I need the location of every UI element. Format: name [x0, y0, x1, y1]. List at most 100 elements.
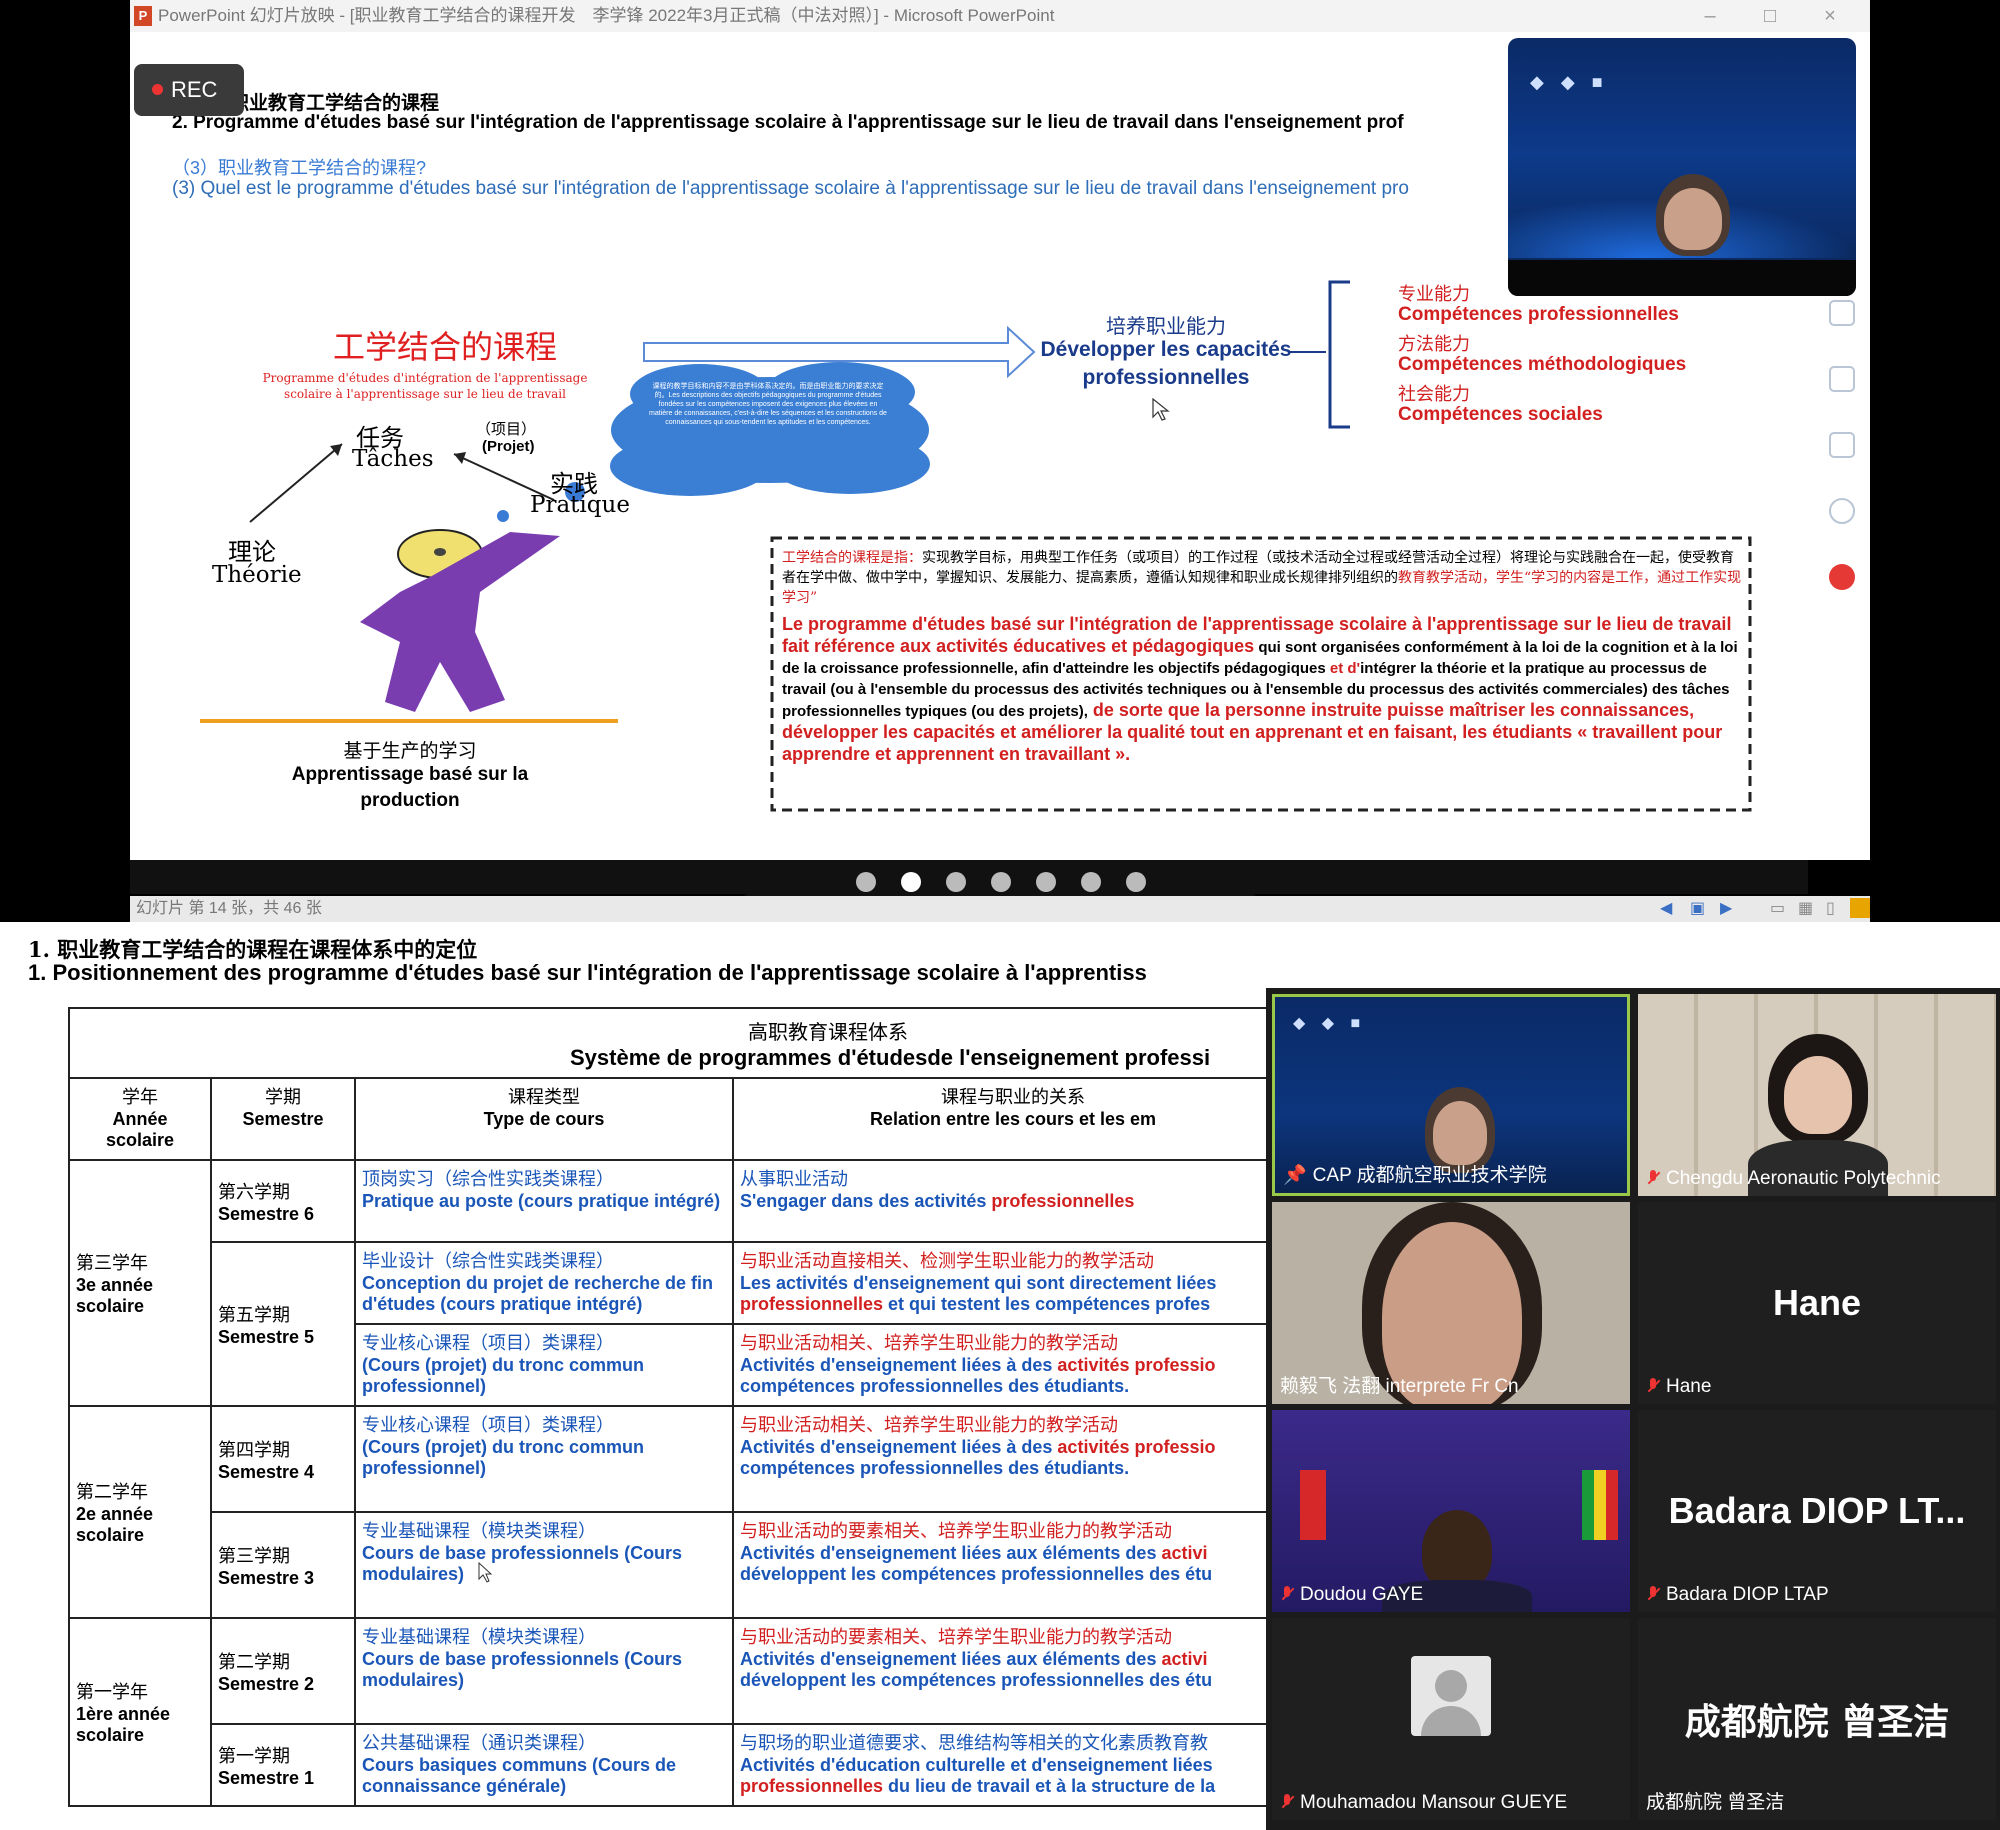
video-tile[interactable]: ◆ ◆ ■ 📌 CAP 成都航空职业技术学院: [1272, 994, 1630, 1196]
presenter-video-thumbnail[interactable]: ◆ ◆ ■: [1508, 38, 1856, 296]
type-fr: Cours de base professionnels (Cours modu…: [362, 1543, 683, 1584]
slide-counter: 幻灯片 第 14 张，共 46 张: [136, 900, 322, 917]
type-cn: 专业基础课程（模块类课程）: [362, 1521, 596, 1542]
semester-cell: 第三学期 Semestre 3: [210, 1511, 356, 1619]
record-dot-icon: [152, 84, 163, 95]
rel-fr-red: activi: [1161, 1649, 1208, 1669]
header-year-fr: Année scolaire: [105, 1109, 175, 1150]
rel-fr: Activités d'enseignement liées à des: [740, 1355, 1058, 1375]
type-fr: (Cours (projet) du tronc commun professi…: [362, 1355, 644, 1396]
video-gallery: ◆ ◆ ■ 📌 CAP 成都航空职业技术学院 Chengdu Aeronautic…: [1266, 988, 2000, 1830]
rel-fr2: compétences professionnelles des étudian…: [740, 1376, 1130, 1396]
type-cell: 公共基础课程（通识类课程） Cours basiques communs (Cou…: [354, 1723, 734, 1807]
prev-slide-icon[interactable]: ◀: [1660, 896, 1672, 922]
view-normal-icon[interactable]: ▭: [1770, 896, 1785, 922]
tool-pages-icon[interactable]: [1829, 300, 1855, 326]
rel-fr: Les activités d'enseignement qui sont di…: [740, 1273, 1217, 1293]
year2-cn: 第二学年: [76, 1482, 148, 1503]
slide-nav-dot-3[interactable]: [946, 872, 966, 892]
table-heading-fr: 1. Positionnement des programme d'études…: [28, 960, 1147, 985]
senegal-flag-green: [1582, 1470, 1594, 1540]
table-row: 第二学年 2e année scolaire 第四学期 Semestre 4 专业核…: [68, 1405, 1294, 1619]
participant-face: [1422, 1510, 1492, 1590]
tool-comment-icon[interactable]: [1829, 366, 1855, 392]
participant-face: [1784, 1056, 1852, 1134]
video-tile[interactable]: Chengdu Aeronautic Polytechnic: [1638, 994, 1996, 1196]
mic-muted-icon: [1646, 1586, 1660, 1602]
recording-badge[interactable]: REC: [134, 64, 244, 116]
video-tile[interactable]: Badara DIOP LT... Badara DIOP LTAP: [1638, 1410, 1996, 1612]
gift-icon[interactable]: [1829, 564, 1855, 590]
participant-name: Mouhamadou Mansour GUEYE: [1280, 1792, 1567, 1814]
thumb-bottom-bar: [1508, 260, 1856, 296]
participant-name: Chengdu Aeronautic Polytechnic: [1646, 1168, 1941, 1190]
rel-fr: Activités d'enseignement liées aux éléme…: [740, 1649, 1162, 1669]
next-slide-icon[interactable]: ▶: [1720, 896, 1732, 922]
type-cell: 毕业设计（综合性实践类课程） Conception du projet de re…: [354, 1241, 734, 1325]
participant-name: 成都航院 曾圣洁: [1646, 1792, 1785, 1813]
header-year: 学年 Année scolaire: [68, 1077, 212, 1161]
rel-cn: 与职业活动的要素相关、培养学生职业能力的教学活动: [740, 1521, 1172, 1542]
sem-fr: Semestre 5: [218, 1326, 315, 1347]
definition-cn: 工学结合的课程是指：实现教学目标，用典型工作任务（或项目）的工作过程（或技术活动…: [782, 548, 1742, 608]
rel-fr: Activités d'enseignement liées à des: [740, 1437, 1058, 1457]
view-sorter-icon[interactable]: ▦: [1798, 896, 1813, 922]
table-caption-fr: Système de programmes d'étudesde l'ensei…: [570, 1044, 1211, 1070]
type-cell: 专业核心课程（项目）类课程） (Cours (projet) du tronc c…: [354, 1405, 734, 1513]
table-row: 第三学年 3e année scolaire 第六学期 Semestre 6 顶岗实…: [68, 1159, 1294, 1407]
relation-cell: 与职业活动相关、培养学生职业能力的教学活动 Activités d'enseign…: [732, 1323, 1294, 1407]
production-fr: Apprentissage basé sur la production: [291, 764, 529, 811]
rel-cn: 与职业活动相关、培养学生职业能力的教学活动: [740, 1333, 1118, 1354]
header-relation-fr: Relation entre les cours et les em: [869, 1109, 1157, 1129]
close-icon[interactable]: ×: [1810, 0, 1850, 32]
video-tile[interactable]: Hane Hane: [1638, 1202, 1996, 1404]
type-fr: Cours basiques communs (Cours de connais…: [362, 1755, 677, 1796]
header-semester: 学期 Semestre: [210, 1077, 356, 1161]
rel-fr-red: activités professio: [1057, 1437, 1216, 1457]
tool-more-icon[interactable]: [1829, 498, 1855, 524]
sem-fr: Semestre 6: [218, 1203, 315, 1224]
video-tile[interactable]: Doudou GAYE: [1272, 1410, 1630, 1612]
definition-fr-mid: et d': [1329, 660, 1361, 677]
mouse-cursor-icon: [1152, 398, 1170, 421]
slideshow-icon[interactable]: [1850, 898, 1870, 918]
table-row: 第一学期 Semestre 1 公共基础课程（通识类课程） Cours basiqu…: [69, 1723, 1294, 1807]
video-tile[interactable]: 成都航院 曾圣洁 成都航院 曾圣洁: [1638, 1618, 1996, 1820]
video-tile[interactable]: 赖毅飞 法翻 interprete Fr Cn: [1272, 1202, 1630, 1404]
table-caption-row: 高职教育课程体系 Système de programmes d'étudesd…: [68, 1007, 1294, 1079]
maximize-icon[interactable]: □: [1750, 0, 1790, 32]
rel-fr2: développent les compétences professionne…: [740, 1670, 1213, 1690]
rel-fr2: et qui testent les compétences profes: [883, 1294, 1211, 1314]
rel-fr-red: professionnelles: [991, 1191, 1135, 1211]
table-caption: 高职教育课程体系 Système de programmes d'étudesd…: [68, 1007, 1294, 1079]
slide-nav-dot-1[interactable]: [856, 872, 876, 892]
rel-fr: Activités d'enseignement liées aux éléme…: [740, 1543, 1162, 1563]
rel-fr-red: professionnelles: [740, 1294, 884, 1314]
ppt-window-title: PowerPoint 幻灯片放映 - [职业教育工学结合的课程开发 李学锋 20…: [158, 6, 1055, 25]
rel-fr-red: activités professio: [1057, 1355, 1216, 1375]
view-reading-icon[interactable]: ▯: [1826, 896, 1835, 922]
curriculum-table: 高职教育课程体系 Système de programmes d'étudesd…: [68, 1007, 1294, 1807]
tool-grid-icon[interactable]: [1829, 432, 1855, 458]
table-header-row: 学年 Année scolaire 学期 Semestre 课程类型 Type de …: [68, 1077, 1294, 1161]
slide-nav-dot-7[interactable]: [1126, 872, 1146, 892]
shared-slide-table: 1. 职业教育工学结合的课程在课程体系中的定位 1. Positionnemen…: [0, 922, 2000, 1830]
minimize-icon[interactable]: –: [1690, 0, 1730, 32]
rel-fr-red: professionnelles: [740, 1776, 884, 1796]
slide-menu-icon[interactable]: ▣: [1690, 896, 1705, 922]
semester-cell: 第四学期 Semestre 4: [210, 1405, 356, 1513]
slide-nav-dot-4[interactable]: [991, 872, 1011, 892]
slide-nav-dot-2[interactable]: [901, 872, 921, 892]
sem-fr: Semestre 4: [218, 1461, 315, 1482]
rec-label: REC: [171, 77, 218, 102]
slide-nav-dot-5[interactable]: [1036, 872, 1056, 892]
mouse-cursor-icon: [478, 1562, 493, 1583]
rel-fr-red: activi: [1161, 1543, 1208, 1563]
sem-cn: 第四学期: [218, 1439, 290, 1461]
presenter-face: [1664, 188, 1722, 250]
rel-cn: 从事职业活动: [740, 1169, 848, 1190]
slide-nav-dot-6[interactable]: [1081, 872, 1101, 892]
type-cell: 顶岗实习（综合性实践类课程） Pratique au poste (cours p…: [354, 1159, 734, 1243]
video-tile[interactable]: Mouhamadou Mansour GUEYE: [1272, 1618, 1630, 1820]
rel-cn: 与职业活动的要素相关、培养学生职业能力的教学活动: [740, 1627, 1172, 1648]
